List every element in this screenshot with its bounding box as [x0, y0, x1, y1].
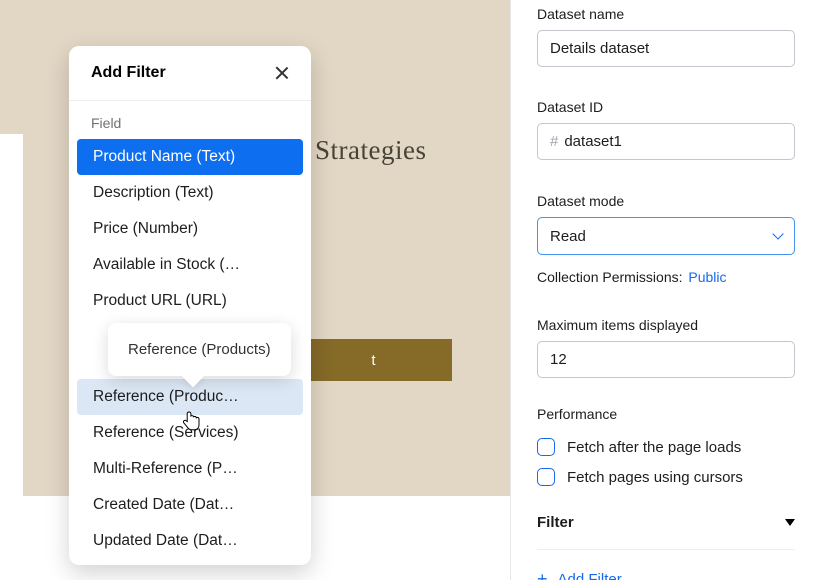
triangle-down-icon [785, 519, 795, 526]
filter-section-toggle[interactable]: Filter [537, 514, 795, 531]
page-heading: Strategies [315, 135, 426, 166]
field-item-product-name[interactable]: Product Name (Text) [77, 139, 303, 175]
plus-icon: + [537, 570, 548, 580]
popover-title: Add Filter [91, 64, 166, 82]
field-tooltip: Reference (Products) [108, 323, 291, 376]
field-item-description[interactable]: Description (Text) [77, 175, 303, 211]
add-filter-button[interactable]: + Add Filter [537, 570, 795, 580]
max-items-input[interactable]: 12 [537, 341, 795, 378]
fetch-cursors-label: Fetch pages using cursors [567, 469, 743, 486]
permissions-link[interactable]: Public [688, 269, 726, 285]
max-items-label: Maximum items displayed [537, 317, 795, 333]
popover-header: Add Filter [69, 46, 311, 101]
dataset-mode-value: Read [550, 228, 586, 245]
fetch-after-checkbox-row[interactable]: Fetch after the page loads [537, 438, 795, 456]
max-items-value: 12 [550, 351, 567, 368]
close-icon[interactable] [275, 66, 289, 80]
settings-panel: Dataset name Details dataset Dataset ID … [510, 0, 823, 580]
dataset-mode-label: Dataset mode [537, 193, 795, 209]
collection-permissions: Collection Permissions: Public [537, 269, 795, 285]
divider [537, 549, 795, 550]
add-filter-popover: Add Filter Field Product Name (Text) Des… [69, 46, 311, 565]
field-item-price[interactable]: Price (Number) [77, 211, 303, 247]
dataset-id-label: Dataset ID [537, 99, 795, 115]
dataset-id-value: dataset1 [564, 133, 622, 150]
dataset-name-input[interactable]: Details dataset [537, 30, 795, 67]
fetch-cursors-checkbox-row[interactable]: Fetch pages using cursors [537, 468, 795, 486]
chevron-down-icon [772, 228, 783, 239]
dataset-name-label: Dataset name [537, 6, 795, 22]
filter-label: Filter [537, 514, 574, 531]
hash-icon: # [550, 133, 558, 150]
fetch-after-label: Fetch after the page loads [567, 439, 741, 456]
brown-button-label: t [371, 352, 375, 369]
add-filter-label: Add Filter [558, 571, 622, 580]
dataset-id-input[interactable]: # dataset1 [537, 123, 795, 160]
field-item-product-url[interactable]: Product URL (URL) [77, 283, 303, 319]
tooltip-text: Reference (Products) [128, 341, 271, 358]
field-item-created-date[interactable]: Created Date (Dat… [77, 487, 303, 523]
dataset-mode-select[interactable]: Read [537, 217, 795, 255]
field-section-label: Field [69, 101, 311, 139]
checkbox-icon [537, 438, 555, 456]
field-item-updated-date[interactable]: Updated Date (Dat… [77, 523, 303, 559]
field-item-reference-services[interactable]: Reference (Services) [77, 415, 303, 451]
field-item-available[interactable]: Available in Stock (… [77, 247, 303, 283]
permissions-label: Collection Permissions: [537, 269, 683, 285]
checkbox-icon [537, 468, 555, 486]
field-item-multi-reference[interactable]: Multi-Reference (P… [77, 451, 303, 487]
performance-label: Performance [537, 406, 795, 422]
dataset-name-value: Details dataset [550, 40, 649, 57]
